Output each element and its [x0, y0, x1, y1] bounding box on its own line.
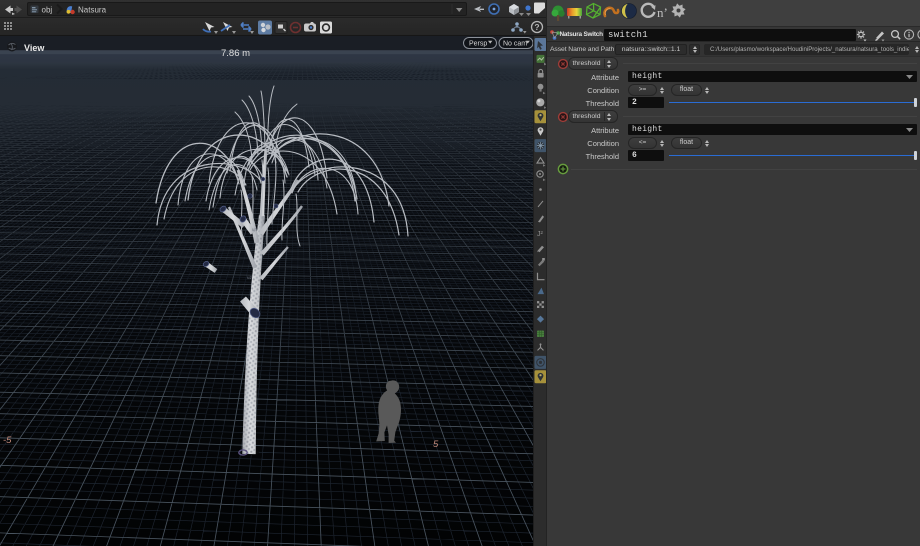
- svg-text:Natsura: Natsura: [78, 6, 107, 15]
- svg-text:n’: n’: [657, 5, 668, 20]
- svg-text:u2: u2: [247, 275, 253, 280]
- svg-text:J²: J²: [537, 231, 544, 238]
- svg-text:?: ?: [534, 22, 539, 32]
- svg-text:obj: obj: [42, 6, 53, 15]
- svg-text:No cam: No cam: [503, 41, 527, 48]
- svg-text:View: View: [24, 43, 45, 53]
- svg-text:5: 5: [433, 439, 439, 450]
- svg-text:uh: uh: [252, 227, 258, 232]
- svg-text:-5: -5: [3, 435, 12, 446]
- svg-text:Persp: Persp: [469, 41, 487, 48]
- svg-text:7.86 m: 7.86 m: [221, 48, 250, 59]
